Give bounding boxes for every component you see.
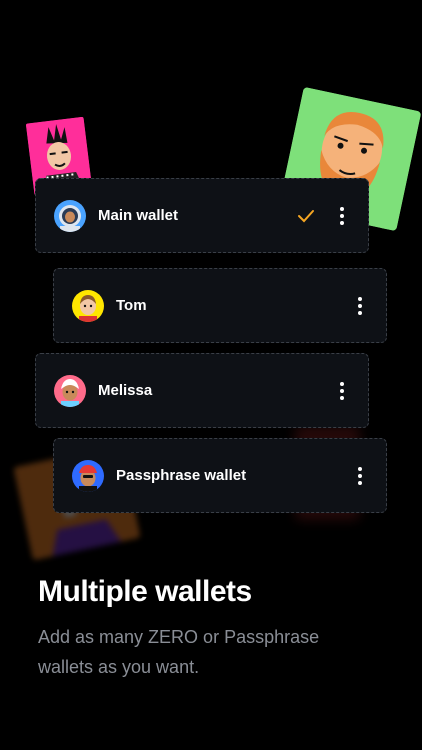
wallet-card-main[interactable]: Main wallet (35, 178, 369, 253)
wallet-card-melissa[interactable]: Melissa (35, 353, 369, 428)
check-icon (298, 209, 314, 222)
wallet-name: Melissa (98, 382, 153, 399)
onboarding-subtitle: Add as many ZERO or Passphrase wallets a… (38, 627, 320, 677)
wallet-card-passphrase[interactable]: Passphrase wallet (53, 438, 387, 513)
boy-avatar-icon (72, 289, 104, 322)
wallet-name: Tom (116, 297, 147, 314)
wallet-card-tom[interactable]: Tom (53, 268, 387, 343)
more-options-icon[interactable] (352, 464, 368, 488)
wallet-name: Main wallet (98, 207, 179, 224)
cap-avatar-icon (72, 459, 104, 492)
onboarding-screen: Main wallet Tom Melissa Passphrase walle… (0, 0, 422, 750)
more-options-icon[interactable] (334, 204, 350, 228)
astronaut-avatar-icon (54, 199, 86, 232)
more-options-icon[interactable] (334, 379, 350, 403)
girl-avatar-icon (54, 374, 86, 407)
more-options-icon[interactable] (352, 294, 368, 318)
onboarding-title: Multiple wallets (38, 575, 252, 608)
wallet-name: Passphrase wallet (116, 467, 247, 484)
